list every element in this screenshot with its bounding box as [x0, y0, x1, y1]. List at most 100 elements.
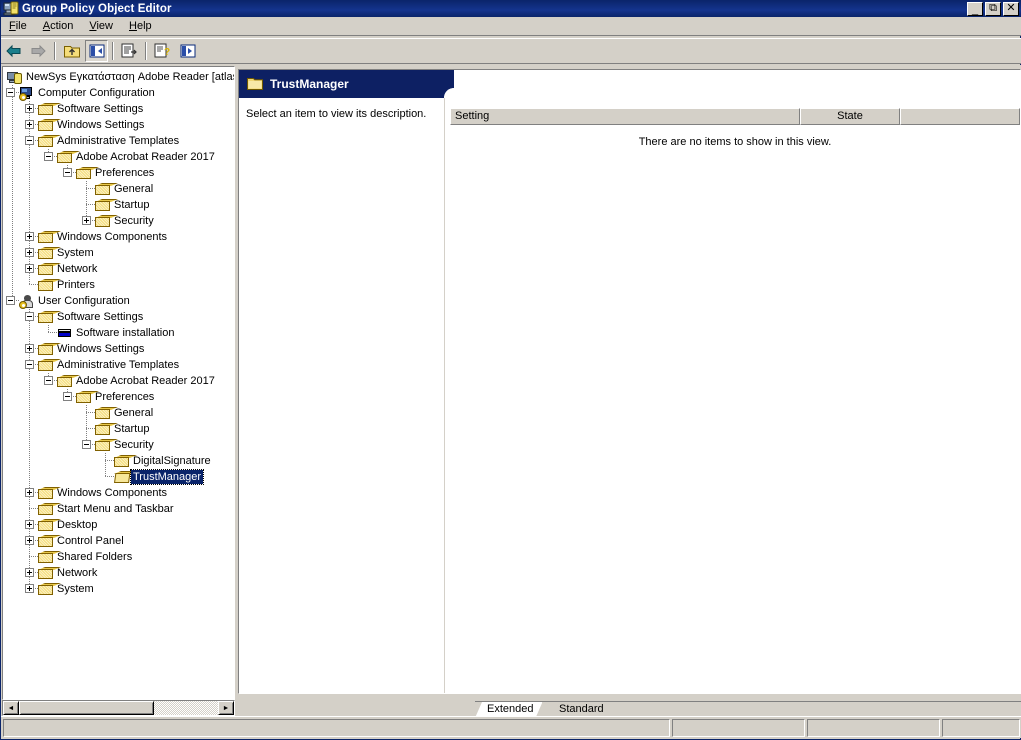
scroll-left-button[interactable]: ◄: [3, 701, 19, 715]
minimize-button[interactable]: _: [967, 1, 983, 16]
tree-item-label: Software Settings: [57, 103, 144, 115]
expand-icon[interactable]: [25, 104, 34, 113]
expand-icon[interactable]: [25, 344, 34, 353]
expand-icon[interactable]: [25, 232, 34, 241]
tree-item-newsys-adobe-reader-atlas[interactable]: NewSys Εγκατάσταση Adobe Reader [atlas.: [3, 69, 234, 85]
expand-icon[interactable]: [25, 584, 34, 593]
tree-item-windows-components[interactable]: Windows Components: [3, 229, 234, 245]
window-title: Group Policy Object Editor: [22, 2, 172, 15]
tree-item-administrative-templates[interactable]: Administrative Templates: [3, 357, 234, 373]
expand-icon[interactable]: [25, 248, 34, 257]
expand-icon[interactable]: [25, 120, 34, 129]
column-header-setting[interactable]: Setting: [450, 108, 800, 125]
restore-icon: ⧉: [989, 1, 997, 14]
settings-list-view[interactable]: Setting State There are no items to show…: [450, 108, 1020, 693]
tree-item-shared-folders[interactable]: Shared Folders: [3, 549, 234, 565]
scroll-track[interactable]: [19, 701, 218, 715]
tree-item-windows-settings[interactable]: Windows Settings: [3, 117, 234, 133]
tree-item-security[interactable]: Security: [3, 213, 234, 229]
tree-item-windows-components[interactable]: Windows Components: [3, 485, 234, 501]
expand-icon[interactable]: [25, 488, 34, 497]
banner-clear-region: [454, 70, 1020, 98]
expand-icon[interactable]: [25, 536, 34, 545]
column-header-blank[interactable]: [900, 108, 1020, 125]
tree-item-administrative-templates[interactable]: Administrative Templates: [3, 133, 234, 149]
window-controls: _ ⧉ ✕: [967, 1, 1019, 16]
forward-button[interactable]: [27, 40, 50, 62]
collapse-icon[interactable]: [25, 312, 34, 321]
tree-item-security[interactable]: Security: [3, 437, 234, 453]
tree-item-general[interactable]: General: [3, 181, 234, 197]
expand-icon[interactable]: [25, 264, 34, 273]
tree-item-label: System: [57, 583, 94, 595]
back-button[interactable]: [2, 40, 25, 62]
tree-item-software-settings[interactable]: Software Settings: [3, 101, 234, 117]
export-list-button[interactable]: [176, 40, 199, 62]
show-hide-tree-button[interactable]: [85, 39, 108, 62]
scroll-right-button[interactable]: ►: [218, 701, 234, 715]
tree-connector-stub: [29, 508, 38, 509]
scroll-thumb[interactable]: [19, 701, 155, 715]
menu-file[interactable]: File: [1, 18, 35, 34]
expand-icon[interactable]: [82, 216, 91, 225]
close-button[interactable]: ✕: [1003, 1, 1019, 16]
tree-item-startup[interactable]: Startup: [3, 421, 234, 437]
restore-button[interactable]: ⧉: [985, 1, 1001, 16]
title-bar[interactable]: Group Policy Object Editor _ ⧉ ✕: [1, 0, 1021, 17]
collapse-icon[interactable]: [25, 360, 34, 369]
tree-item-label: Software Settings: [57, 311, 144, 323]
tree-item-system[interactable]: System: [3, 581, 234, 597]
tree-item-adobe-acrobat-reader-2017[interactable]: Adobe Acrobat Reader 2017: [3, 149, 234, 165]
folder-icon: [38, 551, 54, 564]
console-tree-pane[interactable]: NewSys Εγκατάσταση Adobe Reader [atlas. C…: [2, 66, 235, 700]
tree-connector-stub: [29, 556, 38, 557]
tree-horizontal-scrollbar[interactable]: ◄ ►: [2, 700, 235, 716]
tree-item-software-installation[interactable]: Software installation: [3, 325, 234, 341]
tree-item-digitalsignature[interactable]: DigitalSignature: [3, 453, 234, 469]
tree-item-computer-configuration[interactable]: Computer Configuration: [3, 85, 234, 101]
collapse-icon[interactable]: [44, 376, 53, 385]
collapse-icon[interactable]: [44, 152, 53, 161]
tree-item-system[interactable]: System: [3, 245, 234, 261]
tree-item-network[interactable]: Network: [3, 565, 234, 581]
tree-item-adobe-acrobat-reader-2017[interactable]: Adobe Acrobat Reader 2017: [3, 373, 234, 389]
tree-item-start-menu-and-taskbar[interactable]: Start Menu and Taskbar: [3, 501, 234, 517]
up-one-level-button[interactable]: [60, 40, 83, 62]
tree-item-network[interactable]: Network: [3, 261, 234, 277]
tree-item-trustmanager[interactable]: TrustManager: [3, 469, 234, 485]
menu-action[interactable]: Action: [35, 18, 82, 34]
collapse-icon[interactable]: [82, 440, 91, 449]
tree-item-user-configuration[interactable]: User Configuration: [3, 293, 234, 309]
tree-item-printers[interactable]: Printers: [3, 277, 234, 293]
expand-icon[interactable]: [25, 520, 34, 529]
collapse-icon[interactable]: [63, 168, 72, 177]
tree-item-label: Network: [57, 567, 98, 579]
help-button[interactable]: ?: [151, 40, 174, 62]
collapse-icon[interactable]: [63, 392, 72, 401]
menu-help[interactable]: Help: [121, 18, 160, 34]
tree-connector-stub: [86, 204, 95, 205]
description-pane: Select an item to view its description.: [239, 98, 444, 693]
toolbar-separator-2: [112, 41, 114, 60]
tree-item-general[interactable]: General: [3, 405, 234, 421]
tree-item-preferences[interactable]: Preferences: [3, 165, 234, 181]
tree-item-startup[interactable]: Startup: [3, 197, 234, 213]
tree-item-windows-settings[interactable]: Windows Settings: [3, 341, 234, 357]
tree-item-preferences[interactable]: Preferences: [3, 389, 234, 405]
tree-item-label: Adobe Acrobat Reader 2017: [76, 151, 215, 163]
folder-icon: [95, 423, 111, 436]
column-header-state[interactable]: State: [800, 108, 900, 125]
collapse-icon[interactable]: [6, 296, 15, 305]
folder-icon: [38, 311, 54, 324]
tree-item-control-panel[interactable]: Control Panel: [3, 533, 234, 549]
collapse-icon[interactable]: [25, 136, 34, 145]
tree-item-label: Preferences: [95, 391, 155, 403]
pane-splitter[interactable]: [235, 65, 237, 716]
tree-item-software-settings[interactable]: Software Settings: [3, 309, 234, 325]
expand-icon[interactable]: [25, 568, 34, 577]
properties-button[interactable]: [118, 40, 141, 62]
collapse-icon[interactable]: [6, 88, 15, 97]
menu-view[interactable]: View: [81, 18, 121, 34]
tree-item-label: Control Panel: [57, 535, 124, 547]
tree-item-desktop[interactable]: Desktop: [3, 517, 234, 533]
